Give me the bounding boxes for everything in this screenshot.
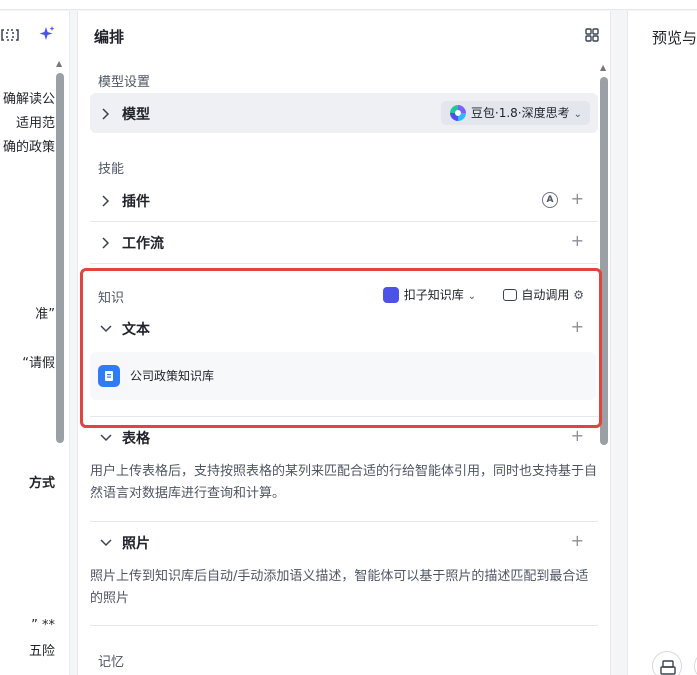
preview-panel: 预览与 (627, 11, 697, 675)
model-name: 豆包·1.8·深度思考 (470, 106, 570, 120)
highlight-box (80, 268, 602, 428)
plugin-row[interactable]: 插件 A + (90, 180, 598, 222)
left-text-line: “请假 (22, 356, 55, 371)
broom-icon (660, 660, 676, 675)
chevron-down-icon (100, 430, 112, 444)
chevron-right-icon (100, 193, 112, 207)
left-text-line: 确的政策 (2, 140, 55, 155)
doubao-logo-icon (449, 104, 467, 122)
left-panel-header (0, 11, 69, 57)
add-workflow-button[interactable]: + (571, 232, 584, 250)
chevron-right-icon (100, 235, 112, 249)
plugin-label: 插件 (122, 194, 150, 210)
skills-label: 技能 (98, 162, 125, 177)
left-text-line: 确解读公 (2, 92, 55, 107)
chevron-down-icon: ⌄ (573, 109, 582, 120)
left-text-line: 方式 (28, 476, 55, 491)
clear-chat-button[interactable] (652, 651, 682, 675)
add-photo-knowledge-button[interactable]: + (571, 532, 584, 550)
workflow-label: 工作流 (122, 236, 164, 252)
layout-grid-icon[interactable] (584, 27, 600, 43)
left-text-line: 适用范 (15, 116, 55, 131)
workflow-row[interactable]: 工作流 + (90, 222, 598, 264)
orchestration-panel: 编排 ▲ 模型设置 模型 豆包·1.8·深度思考 ⌄ 技能 插件 A + 工作流… (77, 11, 611, 675)
model-settings-label: 模型设置 (98, 75, 151, 90)
photo-description: 照片上传到知识库后自动/手动添加语义描述，智能体可以基于照片的描述匹配到最合适的… (90, 569, 589, 606)
left-text-line: ” ** (31, 618, 55, 633)
model-selector[interactable]: 豆包·1.8·深度思考 ⌄ (440, 101, 590, 125)
model-row[interactable]: 模型 豆包·1.8·深度思考 ⌄ (90, 93, 598, 133)
left-text-line: 准” (35, 307, 55, 322)
left-panel: ▲ 确解读公 适用范 确的政策 准” “请假 方式 ” ** 五险 (0, 11, 70, 675)
memory-label: 记忆 (98, 655, 125, 670)
top-bar (0, 0, 697, 10)
divider (90, 625, 598, 626)
left-text-line: 五险 (28, 644, 55, 659)
add-table-knowledge-button[interactable]: + (571, 427, 584, 445)
photo-label: 照片 (122, 536, 150, 552)
scroll-up-arrow[interactable]: ▲ (56, 60, 64, 68)
preview-title: 预览与 (652, 29, 697, 47)
add-plugin-button[interactable]: + (571, 190, 584, 208)
panel-title: 编排 (94, 28, 125, 46)
table-description: 用户上传表格后，支持按照表格的某列来匹配合适的行给智能体引用，同时也支持基于自然… (90, 464, 598, 501)
expand-icon[interactable] (1, 27, 19, 43)
sparkle-icon[interactable] (38, 25, 56, 43)
chevron-right-icon (100, 106, 112, 120)
table-label: 表格 (122, 431, 150, 447)
photo-knowledge-row[interactable]: 照片 + (90, 522, 598, 564)
chevron-down-icon (100, 535, 112, 549)
model-label: 模型 (122, 107, 150, 123)
auto-plugin-icon[interactable]: A (542, 192, 558, 208)
table-knowledge-row[interactable]: 表格 + (90, 417, 598, 459)
scroll-up-arrow[interactable]: ▲ (600, 64, 608, 72)
left-scrollbar[interactable] (56, 73, 64, 443)
